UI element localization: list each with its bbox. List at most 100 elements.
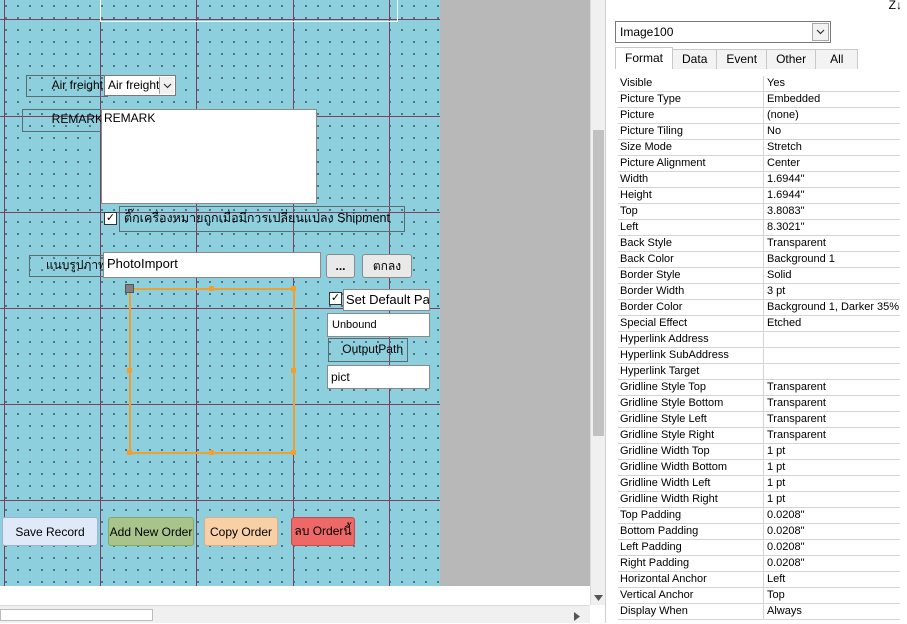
property-value[interactable]: Stretch bbox=[764, 140, 900, 155]
property-row[interactable]: Visible Yes bbox=[618, 76, 900, 92]
property-value[interactable]: 0.0208" bbox=[764, 524, 900, 539]
resize-handle[interactable] bbox=[291, 286, 296, 291]
property-row[interactable]: Hyperlink Address bbox=[618, 332, 900, 348]
form-design-canvas[interactable]: Air freight Air freight REMARK REMARK ✓ … bbox=[0, 0, 590, 586]
horizontal-scrollbar[interactable] bbox=[0, 605, 590, 623]
property-value[interactable]: 1.6944" bbox=[764, 188, 900, 203]
property-value[interactable] bbox=[764, 364, 900, 379]
tab-all[interactable]: All bbox=[815, 49, 859, 69]
property-row[interactable]: Top Padding 0.0208" bbox=[618, 508, 900, 524]
property-value[interactable] bbox=[764, 332, 900, 347]
property-value[interactable] bbox=[764, 348, 900, 363]
ok-button[interactable]: ตกลง bbox=[362, 254, 412, 278]
property-row[interactable]: Left Padding 0.0208" bbox=[618, 540, 900, 556]
scroll-down-icon[interactable] bbox=[594, 590, 603, 604]
remark-textbox[interactable]: REMARK bbox=[101, 109, 317, 204]
property-row[interactable]: Gridline Style Right Transparent bbox=[618, 428, 900, 444]
property-value[interactable]: 1 pt bbox=[764, 444, 900, 459]
property-value[interactable]: Top bbox=[764, 588, 900, 603]
property-value[interactable]: Background 1 bbox=[764, 252, 900, 267]
property-value[interactable]: 1.6944" bbox=[764, 172, 900, 187]
property-value[interactable]: 0.0208" bbox=[764, 540, 900, 555]
object-selector[interactable]: Image100 bbox=[615, 21, 831, 43]
property-row[interactable]: Back Color Background 1 bbox=[618, 252, 900, 268]
property-value[interactable]: (none) bbox=[764, 108, 900, 123]
header-textbox[interactable] bbox=[100, 0, 398, 22]
resize-handle[interactable] bbox=[127, 450, 132, 455]
image-control-selected[interactable] bbox=[129, 288, 295, 454]
property-value[interactable]: 0.0208" bbox=[764, 508, 900, 523]
resize-handle[interactable] bbox=[209, 286, 214, 291]
chevron-down-icon[interactable] bbox=[159, 77, 174, 94]
property-value[interactable]: Etched bbox=[764, 316, 900, 331]
property-value[interactable]: 1 pt bbox=[764, 460, 900, 475]
resize-handle[interactable] bbox=[209, 450, 214, 455]
photo-import-textbox[interactable]: PhotoImport bbox=[103, 252, 321, 278]
resize-handle[interactable] bbox=[291, 368, 296, 373]
property-value[interactable]: Transparent bbox=[764, 396, 900, 411]
property-value[interactable]: Left bbox=[764, 572, 900, 587]
scroll-right-icon[interactable] bbox=[574, 610, 580, 624]
property-value[interactable]: Transparent bbox=[764, 428, 900, 443]
property-row[interactable]: Right Padding 0.0208" bbox=[618, 556, 900, 572]
property-row[interactable]: Gridline Style Top Transparent bbox=[618, 380, 900, 396]
property-row[interactable]: Hyperlink Target bbox=[618, 364, 900, 380]
freight-combobox[interactable]: Air freight bbox=[104, 75, 176, 96]
property-row[interactable]: Gridline Width Left 1 pt bbox=[618, 476, 900, 492]
horizontal-scroll-thumb[interactable] bbox=[0, 609, 153, 621]
unbound-textbox[interactable]: Unbound bbox=[327, 313, 430, 337]
property-row[interactable]: Top 3.8083" bbox=[618, 204, 900, 220]
set-default-checkbox[interactable]: ✓ bbox=[329, 292, 342, 305]
vertical-scrollbar[interactable] bbox=[590, 0, 605, 605]
property-value[interactable]: 3.8083" bbox=[764, 204, 900, 219]
property-value[interactable]: Transparent bbox=[764, 380, 900, 395]
property-row[interactable]: Border Color Background 1, Darker 35% bbox=[618, 300, 900, 316]
sort-icon[interactable]: Z↓ bbox=[889, 0, 902, 12]
property-value[interactable]: Transparent bbox=[764, 236, 900, 251]
property-row[interactable]: Size Mode Stretch bbox=[618, 140, 900, 156]
add-new-order-button[interactable]: Add New Order bbox=[108, 517, 194, 546]
property-row[interactable]: Left 8.3021" bbox=[618, 220, 900, 236]
property-row[interactable]: Gridline Width Right 1 pt bbox=[618, 492, 900, 508]
property-row[interactable]: Back Style Transparent bbox=[618, 236, 900, 252]
property-row[interactable]: Gridline Style Bottom Transparent bbox=[618, 396, 900, 412]
property-row[interactable]: Special Effect Etched bbox=[618, 316, 900, 332]
tab-event[interactable]: Event bbox=[716, 49, 768, 69]
vertical-scroll-thumb[interactable] bbox=[593, 130, 604, 436]
property-value[interactable]: Embedded bbox=[764, 92, 900, 107]
copy-order-button[interactable]: Copy Order bbox=[204, 517, 278, 546]
resize-handle[interactable] bbox=[127, 368, 132, 373]
chevron-down-icon[interactable] bbox=[812, 23, 829, 41]
tab-other[interactable]: Other bbox=[766, 49, 817, 69]
property-row[interactable]: Gridline Width Bottom 1 pt bbox=[618, 460, 900, 476]
property-value[interactable]: 1 pt bbox=[764, 492, 900, 507]
property-value[interactable]: Transparent bbox=[764, 412, 900, 427]
save-record-button[interactable]: Save Record bbox=[2, 517, 98, 546]
remark-label[interactable]: REMARK bbox=[22, 109, 108, 132]
delete-order-button[interactable]: ลบ Orderนี้ bbox=[291, 517, 355, 546]
shipment-checkbox[interactable]: ✓ bbox=[104, 212, 117, 225]
freight-label[interactable]: Air freight bbox=[26, 75, 108, 97]
property-row[interactable]: Height 1.6944" bbox=[618, 188, 900, 204]
property-row[interactable]: Hyperlink SubAddress bbox=[618, 348, 900, 364]
property-row[interactable]: Gridline Style Left Transparent bbox=[618, 412, 900, 428]
property-value[interactable]: 1 pt bbox=[764, 476, 900, 491]
property-value[interactable]: 3 pt bbox=[764, 284, 900, 299]
property-value[interactable]: 0.0208" bbox=[764, 556, 900, 571]
property-value[interactable]: Background 1, Darker 35% bbox=[764, 300, 900, 315]
output-path-label[interactable]: OutputPath bbox=[328, 338, 408, 362]
property-row[interactable]: Bottom Padding 0.0208" bbox=[618, 524, 900, 540]
property-value[interactable]: 8.3021" bbox=[764, 220, 900, 235]
property-row[interactable]: Picture Alignment Center bbox=[618, 156, 900, 172]
property-row[interactable]: Border Style Solid bbox=[618, 268, 900, 284]
property-value[interactable]: No bbox=[764, 124, 900, 139]
tab-data[interactable]: Data bbox=[672, 49, 718, 69]
property-value[interactable]: Yes bbox=[764, 76, 900, 91]
property-row[interactable]: Display When Always bbox=[618, 604, 900, 620]
property-value[interactable]: Solid bbox=[764, 268, 900, 283]
property-row[interactable]: Border Width 3 pt bbox=[618, 284, 900, 300]
property-value[interactable]: Center bbox=[764, 156, 900, 171]
set-default-label[interactable]: Set Default Pa bbox=[343, 289, 430, 311]
property-row[interactable]: Vertical Anchor Top bbox=[618, 588, 900, 604]
resize-handle[interactable] bbox=[291, 450, 296, 455]
